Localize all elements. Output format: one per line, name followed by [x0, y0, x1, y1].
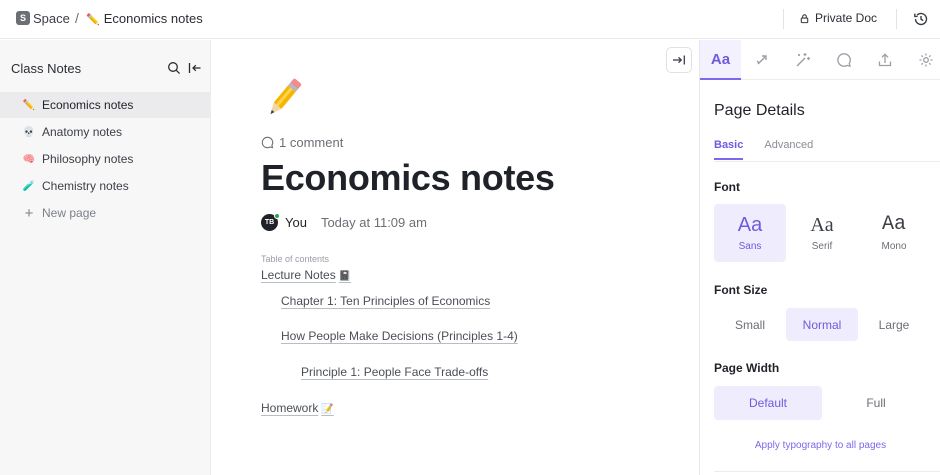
panel-tabs: Aa: [700, 40, 940, 80]
breadcrumb-space[interactable]: Space: [33, 11, 70, 26]
tab-relationships[interactable]: [741, 40, 782, 80]
font-size-large[interactable]: Large: [858, 308, 930, 341]
tab-export[interactable]: [864, 40, 905, 80]
sidebar-item-economics[interactable]: ✏️ Economics notes: [0, 92, 210, 118]
font-name: Sans: [738, 241, 762, 252]
apply-typography-link[interactable]: Apply typography to all pages: [700, 440, 940, 451]
font-size-small[interactable]: Small: [714, 308, 786, 341]
search-icon[interactable]: [167, 61, 181, 75]
font-sample: Aa: [810, 214, 834, 236]
sidebar-item-anatomy[interactable]: 💀 Anatomy notes: [0, 119, 210, 145]
new-page-label: New page: [42, 206, 97, 220]
divider: [714, 161, 940, 162]
pencil-emoji-icon: ✏️: [22, 99, 36, 111]
page-width-full[interactable]: Full: [822, 386, 930, 420]
font-size-label: Font Size: [714, 283, 768, 297]
toc-link-label: Homework: [261, 401, 319, 415]
author-name: You: [285, 215, 307, 230]
font-sample: Aa: [881, 213, 906, 236]
pencil-icon[interactable]: [260, 74, 308, 122]
divider: [896, 9, 897, 29]
private-doc-label: Private Doc: [815, 11, 878, 25]
font-option-sans[interactable]: Aa Sans: [714, 204, 786, 262]
relationships-icon: [756, 55, 767, 65]
font-option-mono[interactable]: Aa Mono: [858, 204, 930, 262]
space-badge[interactable]: S: [16, 11, 30, 25]
tab-ai[interactable]: [782, 40, 823, 80]
sidebar: Class Notes ✏️ Economics notes 💀 Anatomy…: [0, 40, 211, 475]
divider: [714, 471, 940, 472]
tab-comments[interactable]: [823, 40, 864, 80]
font-name: Mono: [881, 241, 907, 252]
comment-count-label: 1 comment: [279, 135, 344, 150]
sidebar-item-label: Anatomy notes: [42, 125, 123, 139]
settings-icon: [919, 53, 932, 67]
font-name: Serif: [811, 241, 833, 252]
page-title[interactable]: Economics notes: [261, 157, 555, 199]
new-page-button[interactable]: + New page: [0, 200, 210, 226]
author-line: TB You Today at 11:09 am: [261, 213, 427, 231]
expand-panel-button[interactable]: [666, 47, 692, 73]
panel-title: Page Details: [714, 102, 805, 119]
timestamp: Today at 11:09 am: [320, 215, 427, 230]
font-size-normal[interactable]: Normal: [786, 308, 858, 341]
breadcrumb-separator: /: [75, 10, 79, 26]
page-details-panel: Aa Page Details Basic Advanced Font Aa S…: [699, 40, 940, 475]
page-width-label: Page Width: [714, 361, 780, 375]
sidebar-item-chemistry[interactable]: 🧪 Chemistry notes: [0, 173, 210, 199]
sidebar-item-philosophy[interactable]: 🧠 Philosophy notes: [0, 146, 210, 172]
subtab-advanced[interactable]: Advanced: [764, 139, 813, 160]
tab-typography[interactable]: Aa: [700, 40, 741, 80]
toc-link-lecture-notes[interactable]: Lecture Notes 📓: [261, 268, 351, 282]
lock-icon: [800, 13, 809, 23]
breadcrumb-doc[interactable]: ✏️ Economics notes: [86, 11, 203, 26]
test-tube-emoji-icon: 🧪: [22, 180, 36, 192]
toc-label: Table of contents: [261, 254, 330, 264]
arrow-to-right-icon: [673, 55, 685, 65]
sidebar-item-label: Philosophy notes: [42, 152, 134, 166]
brain-emoji-icon: 🧠: [22, 153, 36, 165]
toc-link-principle-1[interactable]: Principle 1: People Face Trade-offs: [301, 365, 488, 379]
online-status-dot: [274, 213, 280, 219]
sidebar-item-label: Chemistry notes: [42, 179, 129, 193]
doc-editor: 1 comment Economics notes TB You Today a…: [211, 40, 699, 475]
subtab-basic[interactable]: Basic: [714, 139, 744, 160]
notebook-emoji-icon: 📓: [338, 271, 352, 282]
avatar-initials: TB: [264, 219, 275, 226]
tab-settings[interactable]: [905, 40, 940, 80]
magic-wand-icon: [796, 53, 810, 67]
history-icon[interactable]: [912, 10, 930, 28]
page-width-default[interactable]: Default: [714, 386, 822, 420]
comment-icon: [836, 53, 851, 67]
collapse-sidebar-icon[interactable]: [188, 61, 202, 75]
private-doc-button[interactable]: Private Doc: [799, 11, 877, 25]
toc-link-chapter-1[interactable]: Chapter 1: Ten Principles of Economics: [281, 294, 490, 308]
sidebar-item-label: Economics notes: [42, 98, 134, 112]
skull-emoji-icon: 💀: [22, 126, 36, 138]
typography-icon: Aa: [710, 50, 731, 68]
panel-subtabs: Basic Advanced: [714, 139, 813, 160]
pencil-emoji-icon: ✏️: [86, 14, 100, 26]
font-option-serif[interactable]: Aa Serif: [786, 204, 858, 262]
font-label: Font: [714, 180, 740, 194]
breadcrumb-doc-title: Economics notes: [103, 11, 203, 26]
sidebar-title: Class Notes: [11, 61, 82, 76]
toc-link-homework[interactable]: Homework 📝: [261, 401, 334, 415]
export-icon: [878, 53, 891, 67]
toc-link-how-people-decide[interactable]: How People Make Decisions (Principles 1-…: [281, 329, 518, 343]
toc-link-label: Lecture Notes: [261, 268, 336, 282]
comment-icon: [261, 136, 274, 149]
plus-icon: +: [24, 204, 34, 222]
divider: [783, 9, 784, 29]
avatar[interactable]: TB: [261, 213, 280, 231]
comment-count[interactable]: 1 comment: [261, 135, 343, 150]
top-bar: S Space / ✏️ Economics notes Private Doc: [0, 0, 940, 39]
memo-emoji-icon: 📝: [321, 404, 334, 415]
font-sample: Aa: [737, 214, 763, 236]
